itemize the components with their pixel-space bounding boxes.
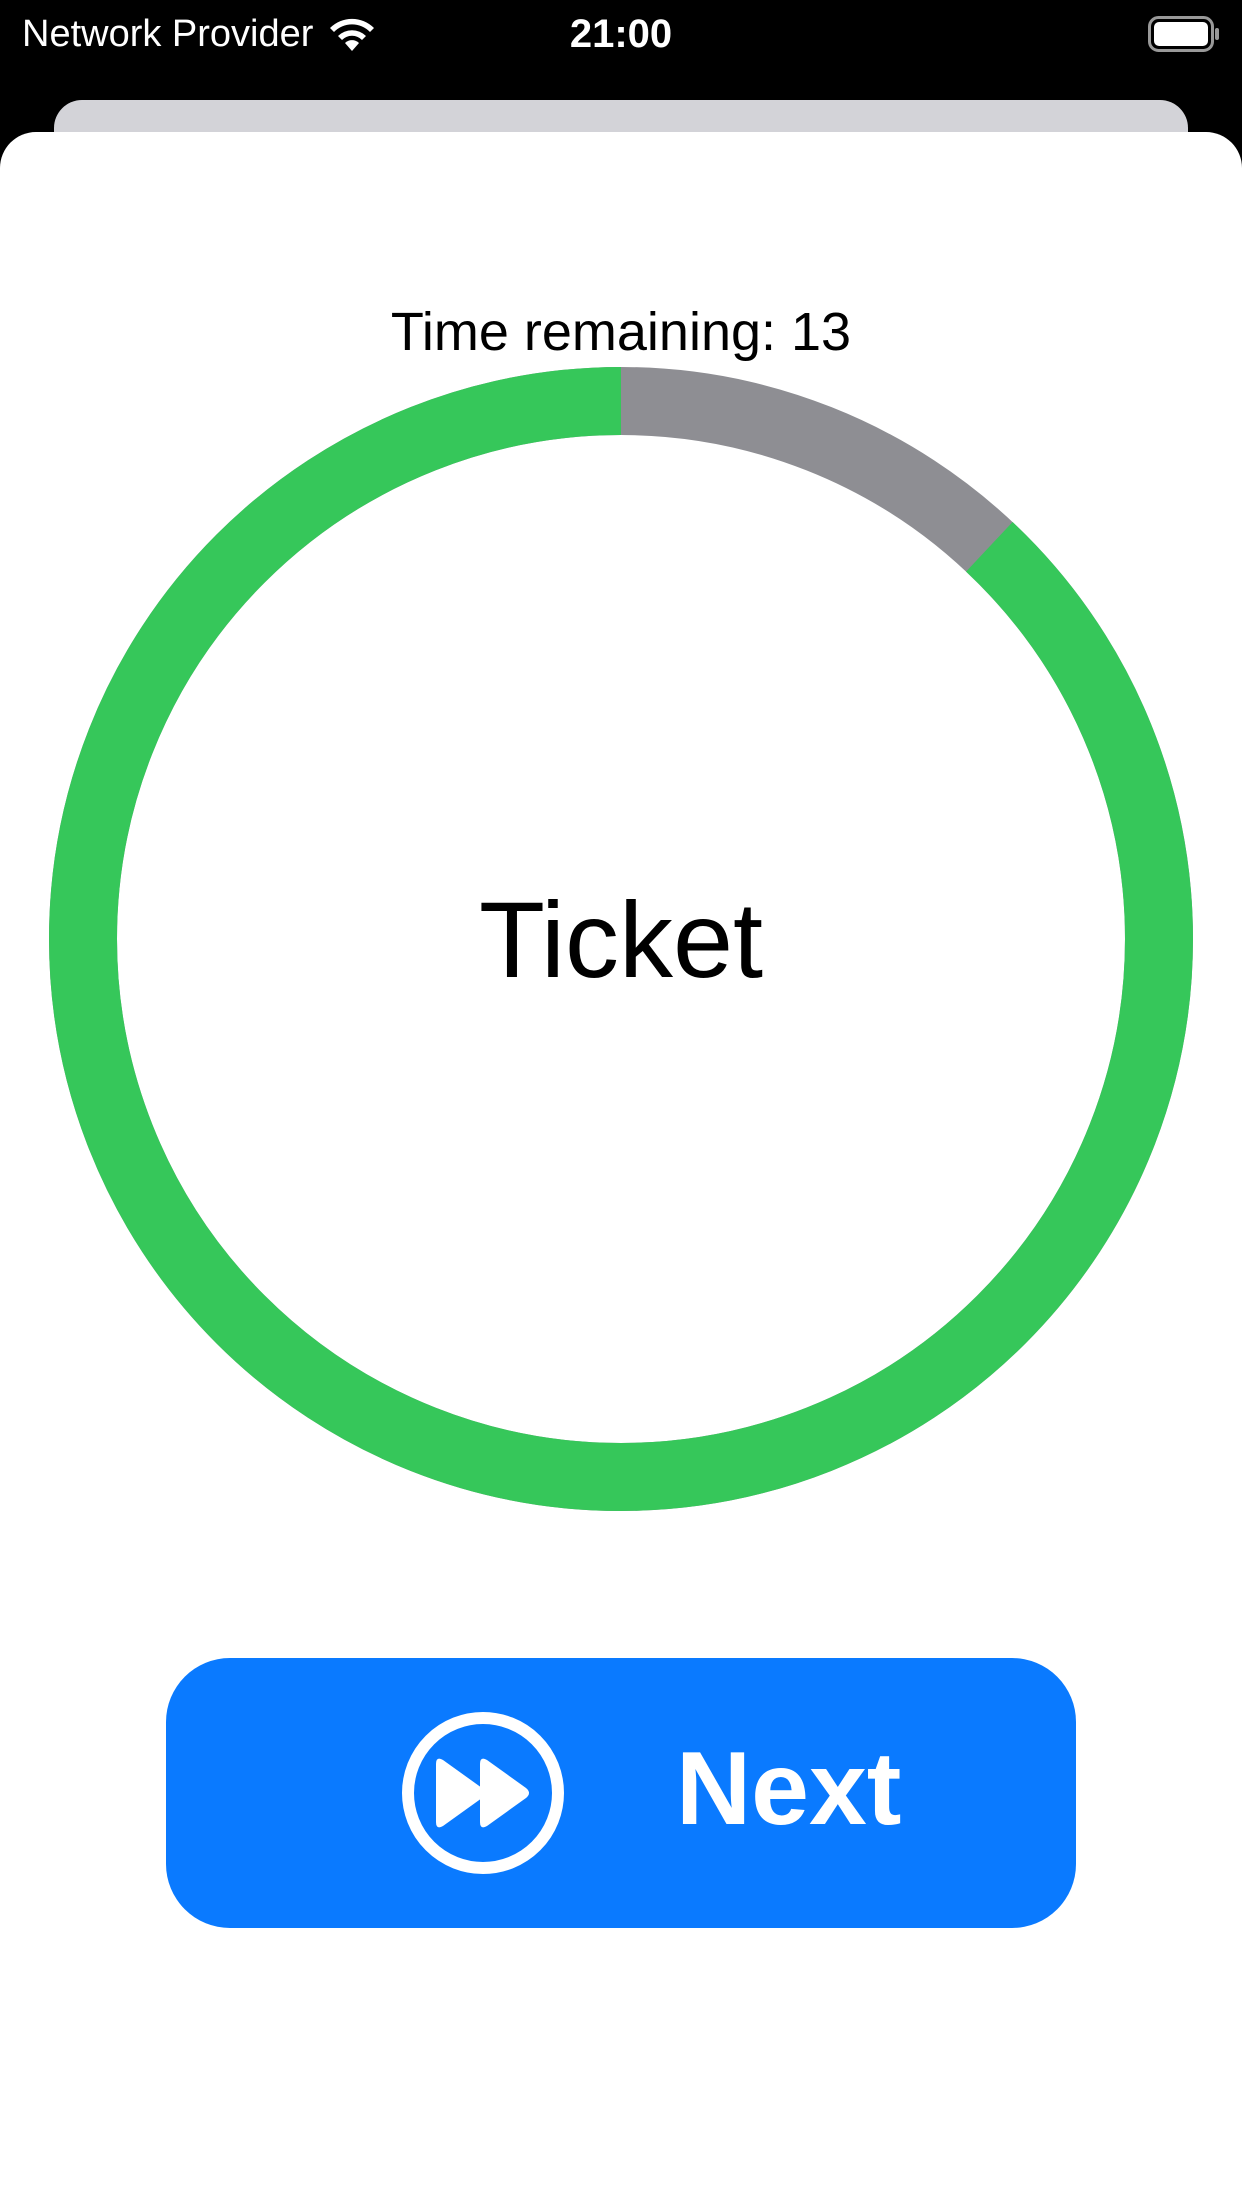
next-button[interactable]: Next	[166, 1658, 1076, 1928]
fast-forward-circle-icon	[402, 1712, 564, 1874]
status-time: 21:00	[569, 12, 673, 56]
next-button-label: Next	[676, 1731, 902, 1847]
time-remaining-label: Time remaining: 13	[390, 302, 852, 362]
ticket-label: Ticket	[478, 879, 764, 1000]
status-bar: Network Provider 21:00	[0, 0, 1242, 70]
battery-icon	[1148, 16, 1219, 52]
